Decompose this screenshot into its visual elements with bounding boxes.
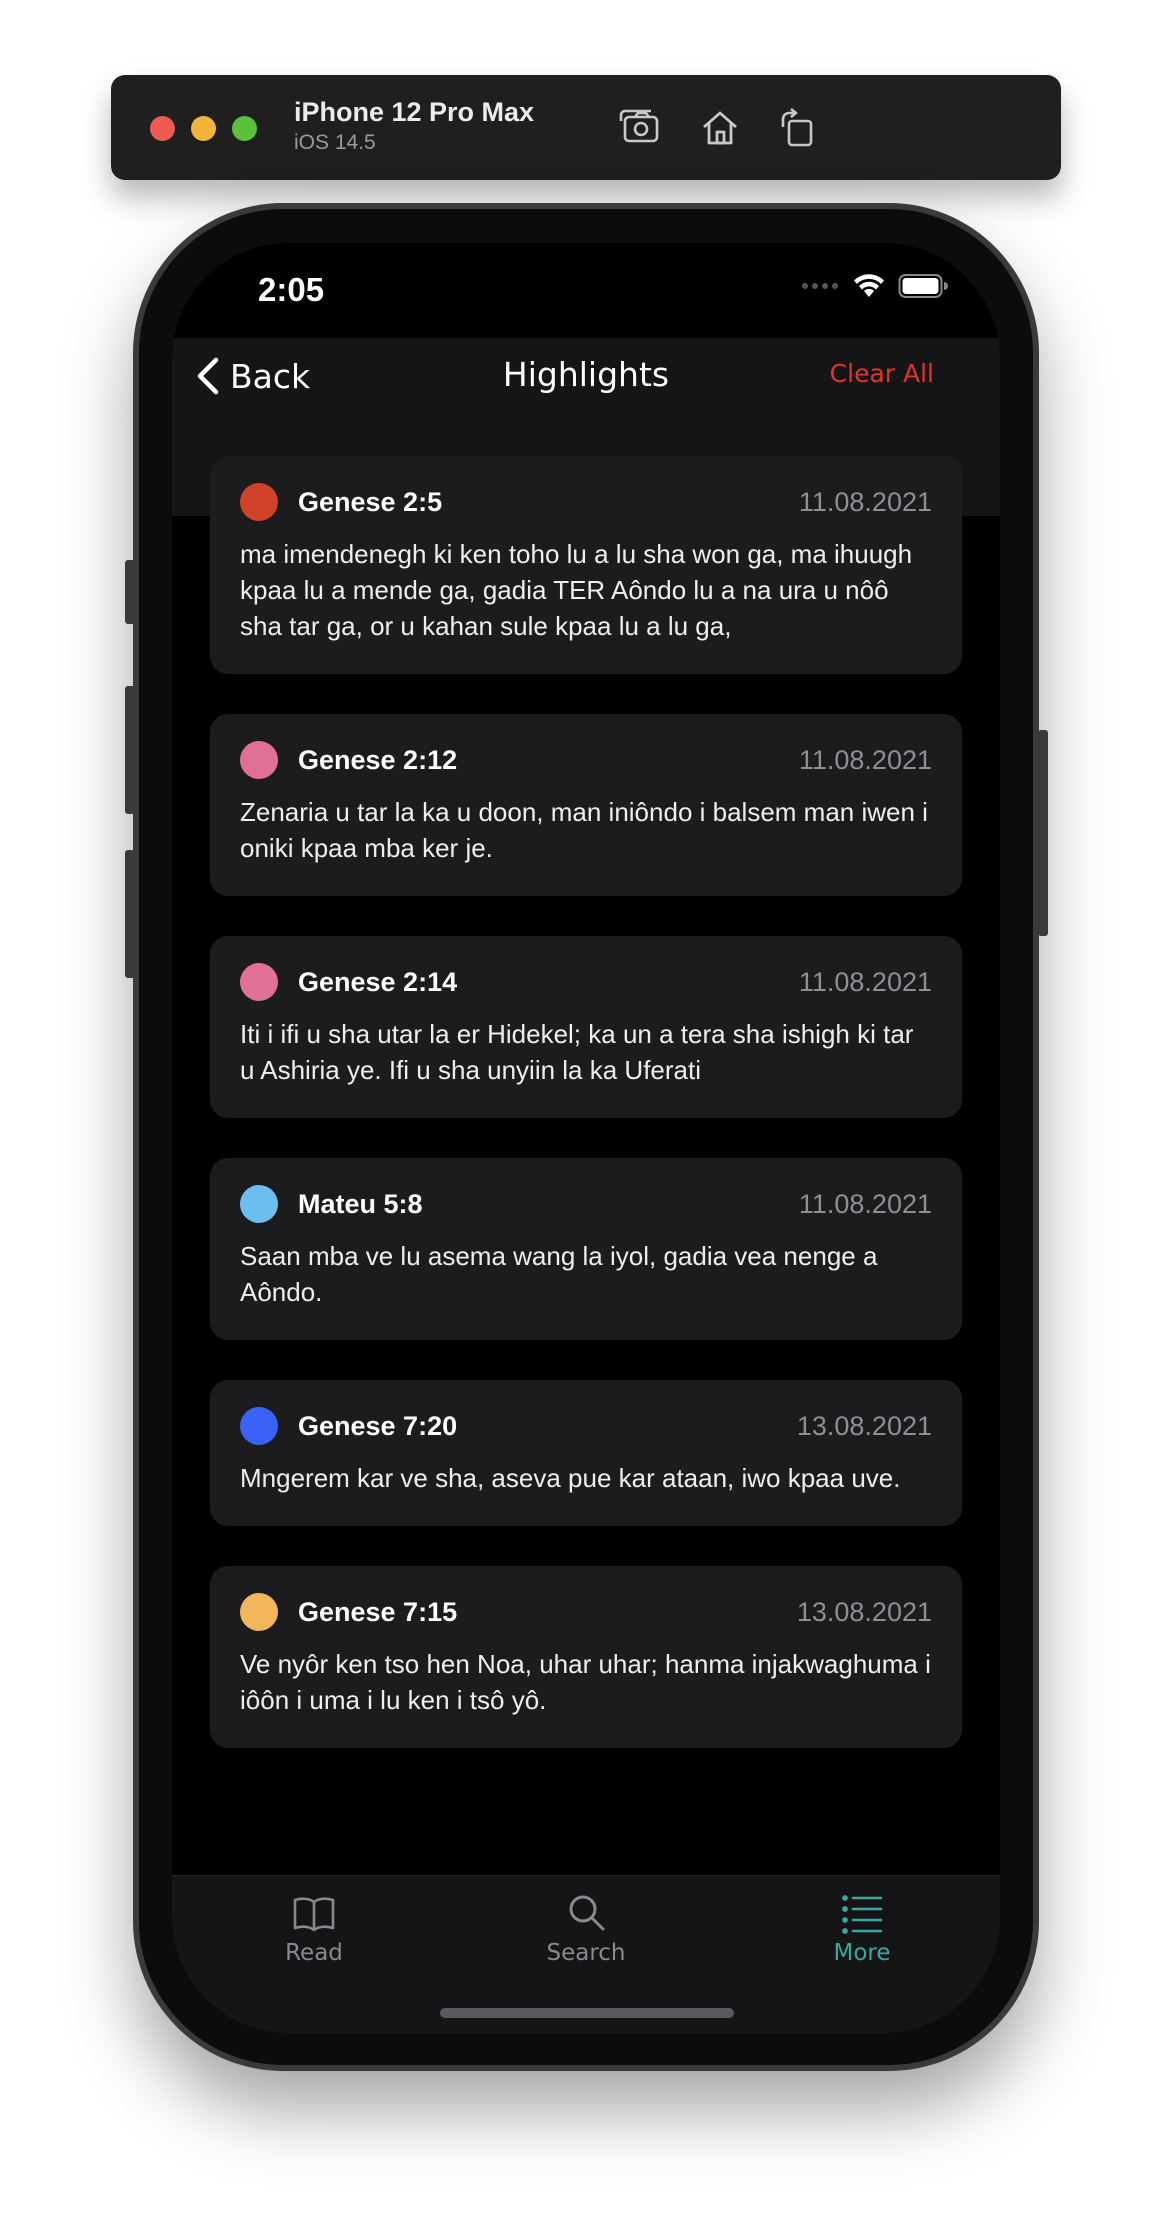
- highlight-card[interactable]: Mateu 5:8 11.08.2021 Saan mba ve lu asem…: [210, 1158, 962, 1340]
- verse-text: Saan mba ve lu asema wang la iyol, gadia…: [240, 1241, 878, 1307]
- highlight-color-dot: [240, 1185, 278, 1223]
- verse-reference: Genese 2:5: [298, 486, 443, 517]
- notch: [384, 243, 788, 304]
- device-name: iPhone 12 Pro Max: [294, 97, 535, 127]
- highlight-color-dot: [240, 1407, 278, 1445]
- screenshot-icon[interactable]: [617, 105, 663, 151]
- tab-search-label: Search: [546, 1940, 626, 1966]
- volume-up-button: [125, 686, 135, 814]
- search-icon: [569, 1895, 605, 1931]
- minimize-window-button[interactable]: [191, 116, 216, 141]
- tab-read-label: Read: [285, 1940, 343, 1966]
- highlight-date: 11.08.2021: [798, 744, 932, 775]
- verse-reference: Mateu 5:8: [298, 1188, 423, 1219]
- highlight-date: 13.08.2021: [796, 1410, 932, 1441]
- home-icon[interactable]: [697, 105, 743, 151]
- tab-read[interactable]: Read: [214, 1890, 414, 1966]
- tab-more-label: More: [833, 1940, 891, 1966]
- status-time: 2:05: [258, 271, 325, 308]
- highlights-list: Genese 2:5 11.08.2021 ma imendenegh ki k…: [210, 456, 962, 1788]
- highlight-color-dot: [240, 1593, 278, 1631]
- highlight-date: 11.08.2021: [798, 486, 932, 517]
- os-version: iOS 14.5: [294, 131, 376, 154]
- highlight-date: 11.08.2021: [798, 966, 932, 997]
- highlight-card[interactable]: Genese 7:20 13.08.2021 Mngerem kar ve sh…: [210, 1380, 962, 1526]
- book-icon: [293, 1897, 335, 1932]
- highlight-card[interactable]: Genese 2:12 11.08.2021 Zenaria u tar la …: [210, 714, 962, 896]
- zoom-window-button[interactable]: [232, 116, 257, 141]
- highlight-card[interactable]: Genese 7:15 13.08.2021 Ve nyôr ken tso h…: [210, 1566, 962, 1748]
- rotate-icon[interactable]: [775, 105, 821, 151]
- highlight-color-dot: [240, 483, 278, 521]
- verse-reference: Genese 2:14: [298, 966, 458, 997]
- highlight-date: 13.08.2021: [796, 1596, 932, 1627]
- verse-text: ma imendenegh ki ken toho lu a lu sha wo…: [240, 539, 913, 641]
- verse-text: Ve nyôr ken tso hen Noa, uhar uhar; hanm…: [240, 1649, 931, 1715]
- status-indicators: [800, 273, 948, 299]
- mute-switch: [125, 560, 135, 624]
- highlight-card[interactable]: Genese 2:5 11.08.2021 ma imendenegh ki k…: [210, 456, 962, 674]
- verse-reference: Genese 7:20: [298, 1410, 458, 1441]
- home-indicator: [440, 2008, 734, 2018]
- wifi-icon: [854, 274, 884, 297]
- simulator-toolbar: iPhone 12 Pro Max iOS 14.5: [111, 75, 1061, 180]
- tab-more[interactable]: More: [762, 1890, 962, 1966]
- battery-icon: [898, 274, 948, 298]
- verse-reference: Genese 2:12: [298, 744, 458, 775]
- signal-icon: [802, 283, 838, 289]
- clear-all-button[interactable]: Clear All: [830, 359, 934, 388]
- volume-down-button: [125, 850, 135, 978]
- power-button: [1038, 730, 1048, 936]
- list-icon: [842, 1895, 883, 1934]
- close-window-button[interactable]: [150, 116, 175, 141]
- highlight-color-dot: [240, 963, 278, 1001]
- highlight-card[interactable]: Genese 2:14 11.08.2021 Iti i ifi u sha u…: [210, 936, 962, 1118]
- highlight-date: 11.08.2021: [798, 1188, 932, 1219]
- verse-text: Zenaria u tar la ka u doon, man iniôndo …: [240, 797, 928, 863]
- verse-text: Mngerem kar ve sha, aseva pue kar ataan,…: [240, 1463, 901, 1493]
- highlight-color-dot: [240, 741, 278, 779]
- tab-search[interactable]: Search: [486, 1890, 686, 1966]
- verse-text: Iti i ifi u sha utar la er Hidekel; ka u…: [240, 1019, 914, 1085]
- app-screen: 2:05 Back Highlights Clear All Genese 2:…: [172, 243, 1000, 2033]
- verse-reference: Genese 7:15: [298, 1596, 458, 1627]
